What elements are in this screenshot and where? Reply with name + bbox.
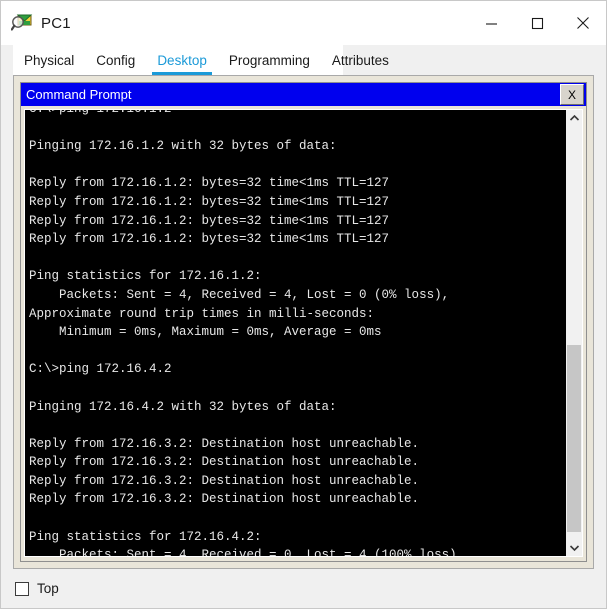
tab-config[interactable]: Config [85, 45, 146, 75]
scroll-down-button[interactable] [566, 540, 582, 556]
terminal-line: Reply from 172.16.1.2: bytes=32 time<1ms… [29, 232, 390, 247]
terminal-line: Reply from 172.16.1.2: bytes=32 time<1ms… [29, 194, 390, 209]
terminal-line: Ping statistics for 172.16.4.2: [29, 529, 262, 544]
terminal-output[interactable]: C:\>ping 172.16.1.2 Pinging 172.16.1.2 w… [24, 109, 566, 557]
packet-tracer-device-icon [10, 12, 33, 34]
minimize-button[interactable] [468, 1, 514, 45]
command-prompt-close-button[interactable]: X [560, 84, 584, 105]
terminal-scrollbar[interactable] [566, 109, 583, 557]
terminal-line: Reply from 172.16.3.2: Destination host … [29, 436, 420, 451]
scrollbar-thumb[interactable] [567, 345, 581, 532]
terminal-line: Minimum = 0ms, Maximum = 0ms, Average = … [29, 325, 382, 340]
device-tabs: Physical Config Desktop Programming Attr… [13, 45, 389, 75]
close-button[interactable] [560, 1, 606, 45]
terminal-line: Pinging 172.16.4.2 with 32 bytes of data… [29, 399, 337, 414]
terminal-line: C:\>ping 172.16.1.2 [29, 109, 172, 116]
terminal-line: Reply from 172.16.1.2: bytes=32 time<1ms… [29, 176, 390, 191]
terminal-line: Packets: Sent = 4, Received = 4, Lost = … [29, 287, 450, 302]
window-titlebar: PC1 [1, 1, 606, 45]
terminal-line: Approximate round trip times in milli-se… [29, 306, 375, 321]
terminal-line: Ping statistics for 172.16.1.2: [29, 269, 262, 284]
maximize-button[interactable] [514, 1, 560, 45]
terminal-lines: C:\>ping 172.16.1.2 Pinging 172.16.1.2 w… [29, 109, 566, 557]
pc1-device-window: PC1 Physical Config Desktop Programming … [0, 0, 607, 609]
tabstrip-container: Physical Config Desktop Programming Attr… [1, 45, 606, 75]
terminal-line: Reply from 172.16.3.2: Destination host … [29, 492, 420, 507]
command-prompt-title: Command Prompt [26, 87, 132, 102]
desktop-panel: Command Prompt X C:\>ping 172.16.1.2 Pin… [13, 75, 594, 569]
terminal-line: Reply from 172.16.3.2: Destination host … [29, 455, 420, 470]
command-prompt-window: Command Prompt X C:\>ping 172.16.1.2 Pin… [20, 82, 587, 562]
terminal-line: Reply from 172.16.1.2: bytes=32 time<1ms… [29, 213, 390, 228]
top-checkbox-row[interactable]: Top [15, 581, 59, 596]
tab-attributes[interactable]: Attributes [321, 45, 400, 75]
terminal-line: Pinging 172.16.1.2 with 32 bytes of data… [29, 139, 337, 154]
window-controls [468, 1, 606, 45]
scrollbar-track[interactable] [566, 126, 582, 540]
command-prompt-titlebar: Command Prompt X [21, 83, 586, 106]
command-prompt-body: C:\>ping 172.16.1.2 Pinging 172.16.1.2 w… [21, 106, 586, 561]
tab-programming[interactable]: Programming [218, 45, 321, 75]
top-checkbox-label: Top [37, 581, 59, 596]
tab-desktop[interactable]: Desktop [146, 45, 218, 75]
top-checkbox[interactable] [15, 581, 29, 596]
window-title: PC1 [41, 14, 71, 32]
terminal-line: Packets: Sent = 4, Received = 0, Lost = … [29, 548, 465, 557]
tab-physical[interactable]: Physical [13, 45, 85, 75]
terminal-line: Reply from 172.16.3.2: Destination host … [29, 473, 420, 488]
titlebar-left-group: PC1 [1, 12, 71, 34]
window-footer: Top [1, 569, 606, 608]
terminal-line: C:\>ping 172.16.4.2 [29, 362, 172, 377]
scroll-up-button[interactable] [566, 110, 582, 126]
